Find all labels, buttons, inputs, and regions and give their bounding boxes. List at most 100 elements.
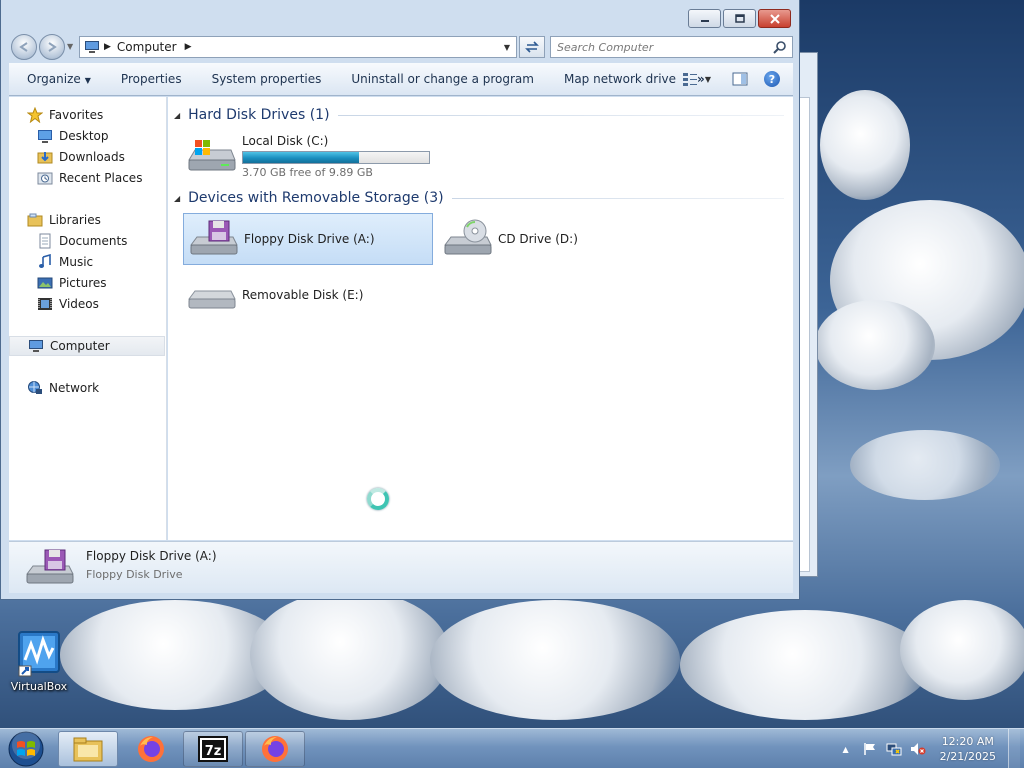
music-icon (39, 254, 51, 268)
nav-videos[interactable]: Videos (9, 294, 165, 314)
drive-usage-fill (243, 151, 360, 163)
command-bar: Organize ▼ Properties System properties U… (9, 63, 793, 96)
hard-disk-icon (188, 140, 236, 171)
help-button[interactable]: ? (761, 69, 783, 89)
search-icon (773, 41, 786, 54)
group-header-removable-storage[interactable]: ◢ Devices with Removable Storage (3) (174, 187, 784, 209)
group-divider (337, 114, 784, 116)
close-button[interactable] (758, 9, 791, 28)
nav-label: Documents (59, 234, 128, 248)
drive-cd-d[interactable]: CD Drive (D:) (438, 213, 638, 265)
loading-spinner-icon (367, 488, 389, 510)
network-status-icon[interactable] (886, 741, 902, 757)
desktop-icon-virtualbox[interactable]: VirtualBox (6, 630, 72, 693)
taskbar-7zip-button[interactable]: 7z (183, 731, 243, 767)
show-hidden-icons-button[interactable]: ▲ (838, 741, 854, 757)
nav-favorites[interactable]: Favorites (9, 105, 165, 125)
uninstall-program-button[interactable]: Uninstall or change a program (336, 63, 549, 96)
7zip-icon: 7z (198, 736, 228, 762)
nav-pictures[interactable]: Pictures (9, 273, 165, 293)
forward-arrow-icon (48, 42, 57, 52)
system-properties-button[interactable]: System properties (197, 63, 337, 96)
action-center-icon[interactable] (862, 741, 878, 757)
help-icon: ? (764, 71, 780, 87)
search-box[interactable]: Search Computer (550, 36, 793, 58)
preview-pane-button[interactable] (729, 69, 751, 89)
restore-icon (734, 13, 745, 23)
details-item-name: Floppy Disk Drive (A:) (86, 549, 217, 563)
clock[interactable]: 12:20 AM 2/21/2025 (940, 734, 996, 764)
pictures-icon (37, 277, 53, 289)
view-options-caret[interactable]: ▼ (705, 75, 711, 84)
address-bar[interactable]: ▶ Computer ▶ ▼ (79, 36, 517, 58)
breadcrumb-computer[interactable]: Computer (117, 40, 177, 54)
drive-local-disk-c[interactable]: Local Disk (C:) 3.70 GB free of 9.89 GB (182, 130, 462, 182)
nav-label: Pictures (59, 276, 107, 290)
back-button[interactable] (11, 34, 37, 60)
close-icon (769, 13, 780, 24)
volume-muted-icon[interactable] (910, 741, 926, 757)
nav-label: Videos (59, 297, 99, 311)
nav-label: Libraries (49, 213, 101, 227)
drive-usage-bar (242, 150, 430, 164)
show-desktop-button[interactable] (1008, 729, 1020, 768)
removable-disk-icon (188, 290, 236, 309)
refresh-icon (525, 41, 539, 53)
recent-pages-caret[interactable]: ▼ (67, 42, 73, 51)
cloud (900, 600, 1024, 700)
breadcrumb-separator[interactable]: ▶ (185, 42, 192, 52)
start-button[interactable] (4, 730, 48, 768)
taskbar-firefox-button[interactable] (245, 731, 305, 767)
svg-text:7z: 7z (205, 744, 222, 759)
clock-time: 12:20 AM (941, 735, 994, 748)
nav-network[interactable]: Network (9, 378, 165, 398)
address-dropdown-icon[interactable]: ▼ (504, 43, 510, 52)
documents-icon (39, 233, 51, 249)
nav-downloads[interactable]: Downloads (9, 147, 165, 167)
cloud (680, 610, 930, 720)
properties-button[interactable]: Properties (106, 63, 197, 96)
cd-drive-icon (444, 219, 492, 255)
taskbar-firefox-button[interactable] (121, 731, 181, 767)
nav-desktop[interactable]: Desktop (9, 126, 165, 146)
drive-name: Floppy Disk Drive (A:) (244, 232, 375, 246)
nav-libraries[interactable]: Libraries (9, 210, 165, 230)
nav-label: Computer (50, 339, 110, 353)
group-header-hard-disk-drives[interactable]: ◢ Hard Disk Drives (1) (174, 104, 784, 126)
folder-icon (73, 737, 103, 762)
refresh-button[interactable] (519, 36, 545, 58)
details-pane: Floppy Disk Drive (A:) Floppy Disk Drive (9, 541, 793, 593)
virtualbox-icon (15, 630, 63, 678)
maximize-button[interactable] (723, 9, 756, 28)
nav-label: Music (59, 255, 94, 269)
collapse-triangle-icon[interactable]: ◢ (174, 111, 180, 120)
cloud (820, 90, 910, 200)
change-view-button[interactable] (679, 69, 701, 89)
desktop-icon-label: VirtualBox (10, 680, 68, 693)
explorer-window[interactable]: ▼ ▶ Computer ▶ ▼ Search Computer Organiz… (0, 0, 800, 600)
collapse-triangle-icon[interactable]: ◢ (174, 194, 180, 203)
nav-documents[interactable]: Documents (9, 231, 165, 251)
breadcrumb-separator[interactable]: ▶ (104, 42, 111, 52)
floppy-drive-icon (190, 220, 238, 255)
group-divider (451, 197, 784, 199)
nav-computer[interactable]: Computer (9, 336, 165, 356)
organize-button[interactable]: Organize ▼ (9, 63, 106, 96)
map-network-drive-button[interactable]: Map network drive (549, 63, 691, 96)
preview-pane-icon (732, 72, 748, 86)
nav-recent-places[interactable]: Recent Places (9, 168, 165, 188)
drive-floppy-a[interactable]: Floppy Disk Drive (A:) (183, 213, 433, 265)
forward-button[interactable] (39, 34, 65, 60)
taskbar-explorer-button[interactable] (58, 731, 118, 767)
network-icon (28, 381, 42, 394)
nav-music[interactable]: Music (9, 252, 165, 272)
window-controls (686, 9, 791, 28)
cloud (250, 590, 450, 720)
drive-removable-e[interactable]: Removable Disk (E:) (182, 269, 432, 321)
drive-info: Local Disk (C:) 3.70 GB free of 9.89 GB (242, 134, 430, 179)
nav-label: Downloads (59, 150, 125, 164)
minimize-button[interactable] (688, 9, 721, 28)
group-title: Devices with Removable Storage (3) (188, 190, 444, 206)
drive-name: Removable Disk (E:) (242, 288, 364, 302)
taskbar: 7z ▲ 12:20 AM 2/21/2025 (0, 728, 1024, 768)
